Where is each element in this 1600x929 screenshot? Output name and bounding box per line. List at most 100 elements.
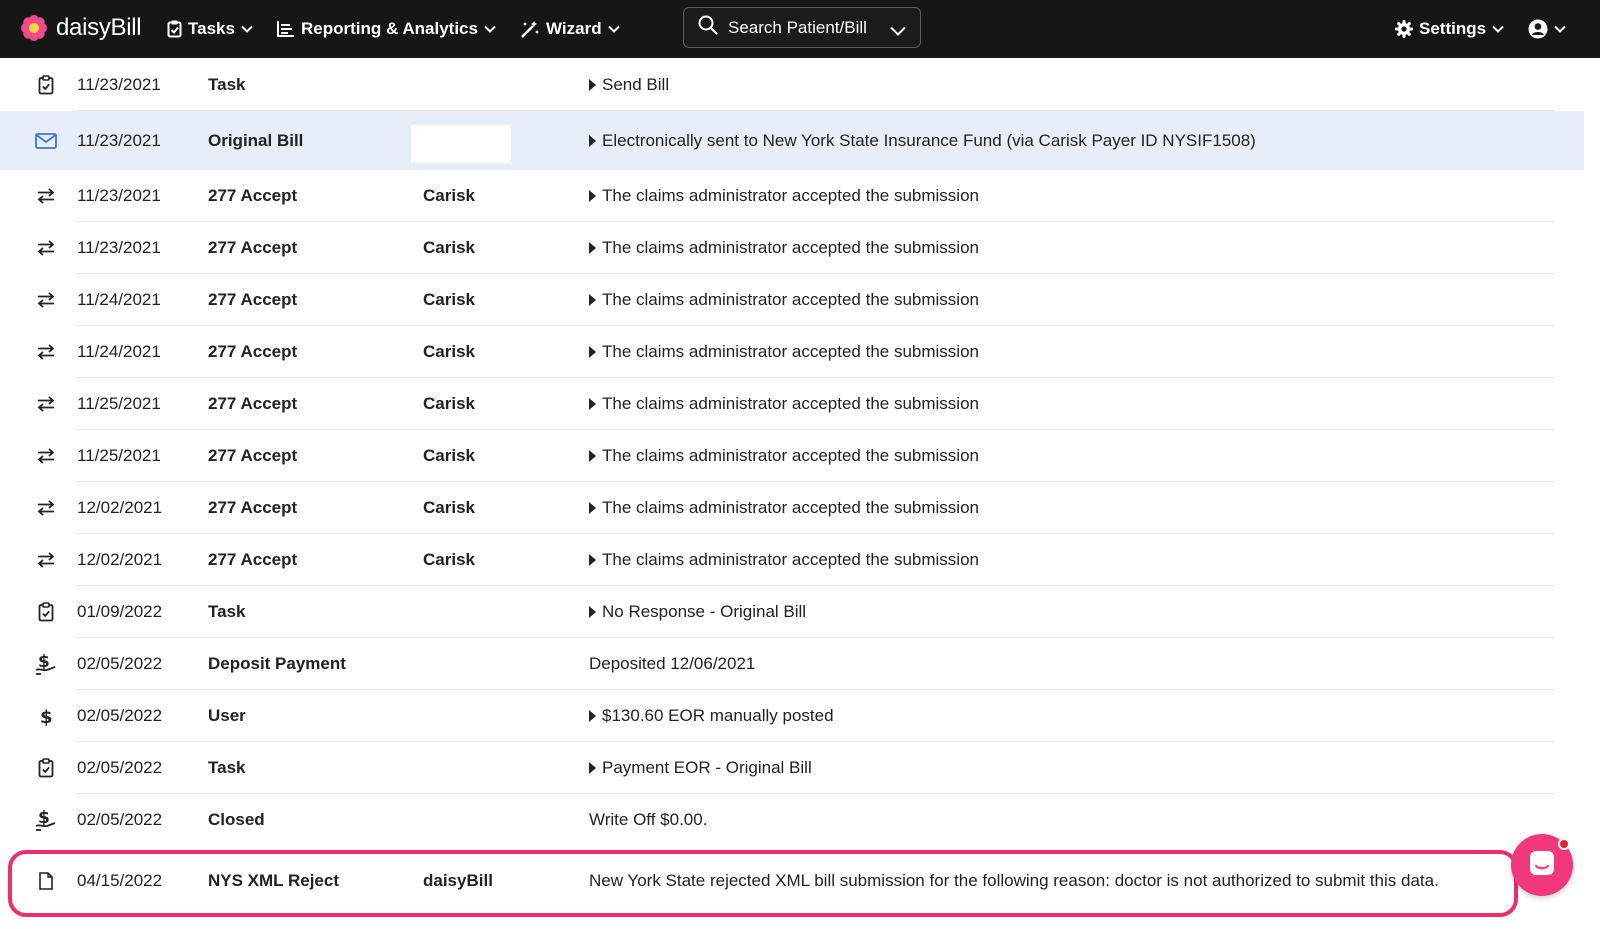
exchange-icon: [34, 378, 58, 430]
event-description: Deposited 12/06/2021: [589, 654, 756, 673]
expand-caret-icon[interactable]: [589, 502, 596, 514]
history-row[interactable]: $ 02/05/2022 Deposit Payment Deposited 1…: [0, 638, 1584, 690]
history-row[interactable]: 02/05/2022 Task Payment EOR - Original B…: [0, 742, 1584, 794]
history-row[interactable]: 11/25/2021 277 Accept Carisk The claims …: [0, 378, 1584, 430]
expand-caret-icon[interactable]: [589, 762, 596, 774]
expand-caret-icon[interactable]: [589, 554, 596, 566]
exchange-icon: [34, 274, 58, 326]
user-circle-icon: [1528, 19, 1548, 39]
clipboard-icon: [167, 20, 182, 38]
history-row[interactable]: $ 02/05/2022 User $130.60 EOR manually p…: [0, 690, 1584, 742]
event-date: 01/09/2022: [77, 602, 163, 621]
history-row[interactable]: 11/25/2021 277 Accept Carisk The claims …: [0, 430, 1584, 482]
report-list-icon: [277, 21, 295, 37]
history-row-nys-reject[interactable]: 04/15/2022 NYS XML Reject daisyBill New …: [0, 854, 1584, 908]
history-row[interactable]: 11/23/2021 277 Accept Carisk The claims …: [0, 222, 1584, 274]
nav-wizard-menu[interactable]: Wizard: [520, 0, 620, 58]
daisy-logo-icon: [20, 14, 48, 42]
event-date: 02/05/2022: [77, 706, 163, 725]
history-row[interactable]: 01/09/2022 Task No Response - Original B…: [0, 586, 1584, 638]
event-date: 11/23/2021: [77, 74, 161, 94]
event-type: Closed: [208, 810, 265, 829]
event-description[interactable]: The claims administrator accepted the su…: [589, 378, 979, 430]
expand-caret-icon[interactable]: [589, 78, 596, 91]
chevron-down-icon: [607, 25, 620, 33]
event-description[interactable]: $130.60 EOR manually posted: [589, 690, 834, 742]
brand-name: daisyBill: [56, 14, 142, 41]
expand-caret-icon[interactable]: [589, 606, 596, 618]
dollar-icon: $: [34, 690, 58, 742]
event-date: 02/05/2022: [77, 810, 163, 829]
nav-reporting-menu[interactable]: Reporting & Analytics: [277, 0, 496, 58]
nav-settings-menu[interactable]: Settings: [1395, 0, 1504, 58]
event-description[interactable]: The claims administrator accepted the su…: [589, 482, 979, 534]
expand-caret-icon[interactable]: [589, 134, 596, 147]
history-row[interactable]: 11/24/2021 277 Accept Carisk The claims …: [0, 274, 1584, 326]
event-type: Task: [208, 74, 246, 94]
history-row[interactable]: 12/02/2021 277 Accept Carisk The claims …: [0, 534, 1584, 586]
history-row[interactable]: 11/23/2021 Task Send Bill: [0, 58, 1584, 111]
event-description[interactable]: No Response - Original Bill: [589, 586, 806, 638]
event-source: Carisk: [423, 394, 475, 413]
history-row[interactable]: 11/24/2021 277 Accept Carisk The claims …: [0, 326, 1584, 378]
expand-caret-icon[interactable]: [589, 242, 596, 254]
chevron-down-icon: [890, 21, 906, 41]
event-source: Carisk: [423, 342, 475, 361]
top-navigation-bar: daisyBill Tasks Reporting & Analytics Wi…: [0, 0, 1600, 58]
event-type: 277 Accept: [208, 498, 298, 517]
chevron-down-icon: [484, 25, 496, 33]
nav-tasks-menu[interactable]: Tasks: [167, 0, 253, 58]
event-description[interactable]: The claims administrator accepted the su…: [589, 170, 979, 222]
event-type: 277 Accept: [208, 238, 298, 257]
expand-caret-icon[interactable]: [589, 398, 596, 410]
event-source: daisyBill: [423, 871, 493, 890]
chevron-down-icon: [1554, 25, 1566, 33]
event-type: 277 Accept: [208, 290, 298, 309]
expand-caret-icon[interactable]: [589, 294, 596, 306]
history-row[interactable]: 12/02/2021 277 Accept Carisk The claims …: [0, 482, 1584, 534]
clipboard-icon: [34, 742, 58, 794]
search-patient-bill-dropdown[interactable]: Search Patient/Bill: [683, 7, 921, 48]
event-description[interactable]: The claims administrator accepted the su…: [589, 430, 979, 482]
user-account-menu[interactable]: [1528, 0, 1566, 58]
event-date: 11/23/2021: [77, 186, 161, 205]
history-row[interactable]: $ 02/05/2022 Closed Write Off $0.00.: [0, 794, 1584, 846]
event-description[interactable]: The claims administrator accepted the su…: [589, 326, 979, 378]
exchange-icon: [34, 326, 58, 378]
event-description[interactable]: Payment EOR - Original Bill: [589, 742, 812, 794]
event-date: 12/02/2021: [77, 550, 163, 569]
event-description[interactable]: Electronically sent to New York State In…: [589, 111, 1256, 170]
history-row[interactable]: 11/23/2021 277 Accept Carisk The claims …: [0, 170, 1584, 222]
event-date: 11/24/2021: [77, 290, 161, 309]
event-source: Carisk: [423, 186, 475, 205]
expand-caret-icon[interactable]: [589, 450, 596, 462]
history-row-selected[interactable]: 11/23/2021 Original Bill Electronically …: [0, 111, 1584, 170]
event-type: Deposit Payment: [208, 654, 346, 673]
event-date: 12/02/2021: [77, 498, 163, 517]
event-description[interactable]: The claims administrator accepted the su…: [589, 274, 979, 326]
event-date: 11/23/2021: [77, 130, 161, 150]
event-type: NYS XML Reject: [208, 871, 340, 890]
expand-caret-icon[interactable]: [589, 710, 596, 722]
magic-wand-icon: [520, 20, 540, 38]
event-type: 277 Accept: [208, 446, 298, 465]
search-icon: [698, 15, 718, 40]
event-description[interactable]: The claims administrator accepted the su…: [589, 222, 979, 274]
event-description[interactable]: The claims administrator accepted the su…: [589, 534, 979, 586]
event-type: Task: [208, 602, 246, 621]
event-type: Task: [208, 758, 246, 777]
expand-caret-icon[interactable]: [589, 346, 596, 358]
hand-dollar-icon: $: [34, 794, 58, 846]
brand-logo[interactable]: daisyBill: [20, 14, 142, 42]
event-type: 277 Accept: [208, 342, 298, 361]
exchange-icon: [34, 534, 58, 586]
nav-reporting-label: Reporting & Analytics: [301, 19, 478, 38]
event-type: 277 Accept: [208, 394, 298, 413]
event-description[interactable]: Send Bill: [589, 58, 669, 111]
expand-caret-icon[interactable]: [589, 190, 596, 202]
event-type: 277 Accept: [208, 550, 298, 569]
notification-dot: [1558, 838, 1570, 850]
event-date: 11/23/2021: [77, 238, 161, 257]
gear-icon: [1395, 20, 1413, 38]
mail-icon: [34, 111, 58, 170]
